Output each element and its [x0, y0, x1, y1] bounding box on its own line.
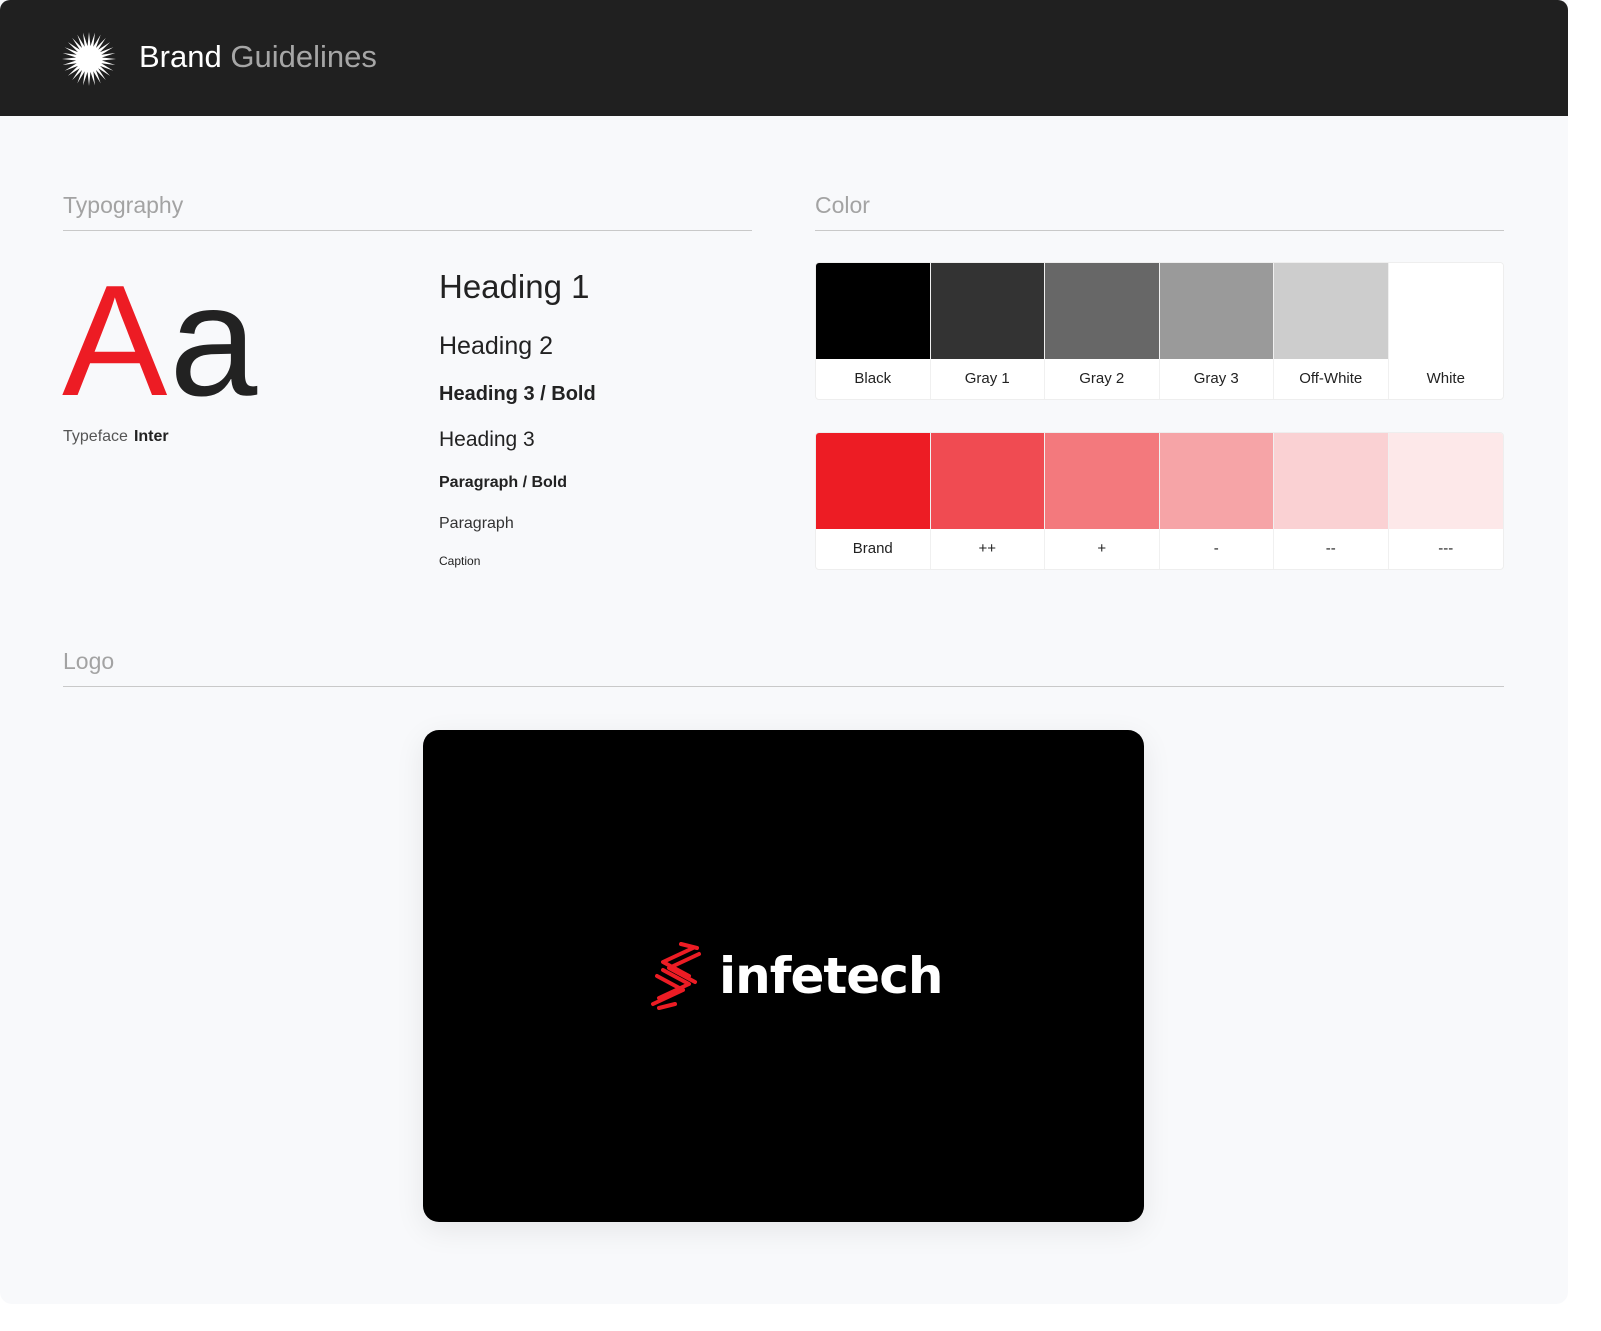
swatch-label: ++: [978, 540, 997, 558]
swatch-label: White: [1426, 370, 1465, 388]
swatch-color: [930, 433, 1044, 529]
page-title: Brand Guidelines: [139, 38, 377, 76]
header-bar: Brand Guidelines: [0, 0, 1568, 116]
swatch-gray-3: Gray 3: [1159, 263, 1274, 399]
heading-3-sample: Heading 3: [439, 428, 535, 451]
typeface-caption: Typeface Inter: [63, 428, 169, 446]
heading-1-sample: Heading 1: [439, 268, 590, 305]
typeface-label: Typeface: [63, 428, 128, 445]
swatch-label: Off-White: [1299, 370, 1363, 388]
swatch-brand-minus-1: -: [1159, 433, 1274, 569]
caption-sample: Caption: [439, 554, 481, 568]
swatch-color: [1159, 263, 1273, 359]
infetech-s-mark-icon: [651, 942, 701, 1010]
swatch-label: Gray 3: [1193, 370, 1239, 388]
swatch-label: Gray 2: [1079, 370, 1125, 388]
logo-divider: [63, 686, 1504, 687]
swatch-label: Black: [854, 370, 892, 388]
typeface-name: Inter: [133, 428, 169, 445]
swatch-brand-minus-2: --: [1274, 433, 1389, 569]
swatch-label: -: [1213, 540, 1219, 558]
heading-2-sample: Heading 2: [439, 332, 553, 360]
swatch-color: [1388, 263, 1503, 359]
swatch-white: White: [1388, 263, 1503, 399]
specimen-lowercase: a: [169, 253, 258, 429]
swatch-color: [1045, 263, 1159, 359]
typography-divider: [63, 230, 752, 231]
typography-section-title: Typography: [63, 192, 184, 218]
swatch-color: [1274, 263, 1388, 359]
brand-palette: Brand ++ + - -- ---: [815, 432, 1504, 570]
swatch-color: [1274, 433, 1388, 529]
swatch-color: [1045, 433, 1159, 529]
logo-section-title: Logo: [63, 648, 115, 674]
swatch-brand-minus-3: ---: [1388, 433, 1503, 569]
brand-guidelines-page: Brand Guidelines Typography Aa Typeface I…: [0, 0, 1568, 1304]
swatch-color: [930, 263, 1044, 359]
heading-3-bold-sample: Heading 3 / Bold: [439, 383, 596, 405]
page-title-brand: Brand: [139, 39, 222, 74]
typeface-specimen: Aa: [62, 256, 257, 426]
swatch-brand-plus-2: ++: [930, 433, 1045, 569]
swatch-black: Black: [816, 263, 931, 399]
swatch-label: --: [1325, 540, 1336, 558]
swatch-label: +: [1097, 540, 1107, 558]
swatch-brand-plus-1: +: [1045, 433, 1160, 569]
neutral-palette: Black Gray 1 Gray 2 Gray 3 Off-White Whi…: [815, 262, 1504, 400]
swatch-color: [1159, 433, 1273, 529]
swatch-label: Gray 1: [964, 370, 1010, 388]
infetech-wordmark: infetech: [719, 947, 943, 1005]
swatch-off-white: Off-White: [1274, 263, 1389, 399]
swatch-gray-1: Gray 1: [930, 263, 1045, 399]
swatch-label: ---: [1438, 540, 1454, 558]
swatch-color: [1388, 433, 1503, 529]
specimen-uppercase: A: [62, 253, 168, 429]
color-section-title: Color: [815, 192, 870, 218]
swatch-gray-2: Gray 2: [1045, 263, 1160, 399]
swatch-label: Brand: [852, 540, 893, 558]
starburst-icon: [62, 32, 116, 86]
swatch-color: [816, 433, 930, 529]
logo-preview-card: infetech: [423, 730, 1144, 1222]
swatch-color: [816, 263, 930, 359]
swatch-brand: Brand: [816, 433, 931, 569]
paragraph-bold-sample: Paragraph / Bold: [439, 474, 568, 491]
color-divider: [815, 230, 1504, 231]
paragraph-sample: Paragraph: [439, 515, 514, 532]
page-title-guidelines: Guidelines: [230, 39, 377, 74]
